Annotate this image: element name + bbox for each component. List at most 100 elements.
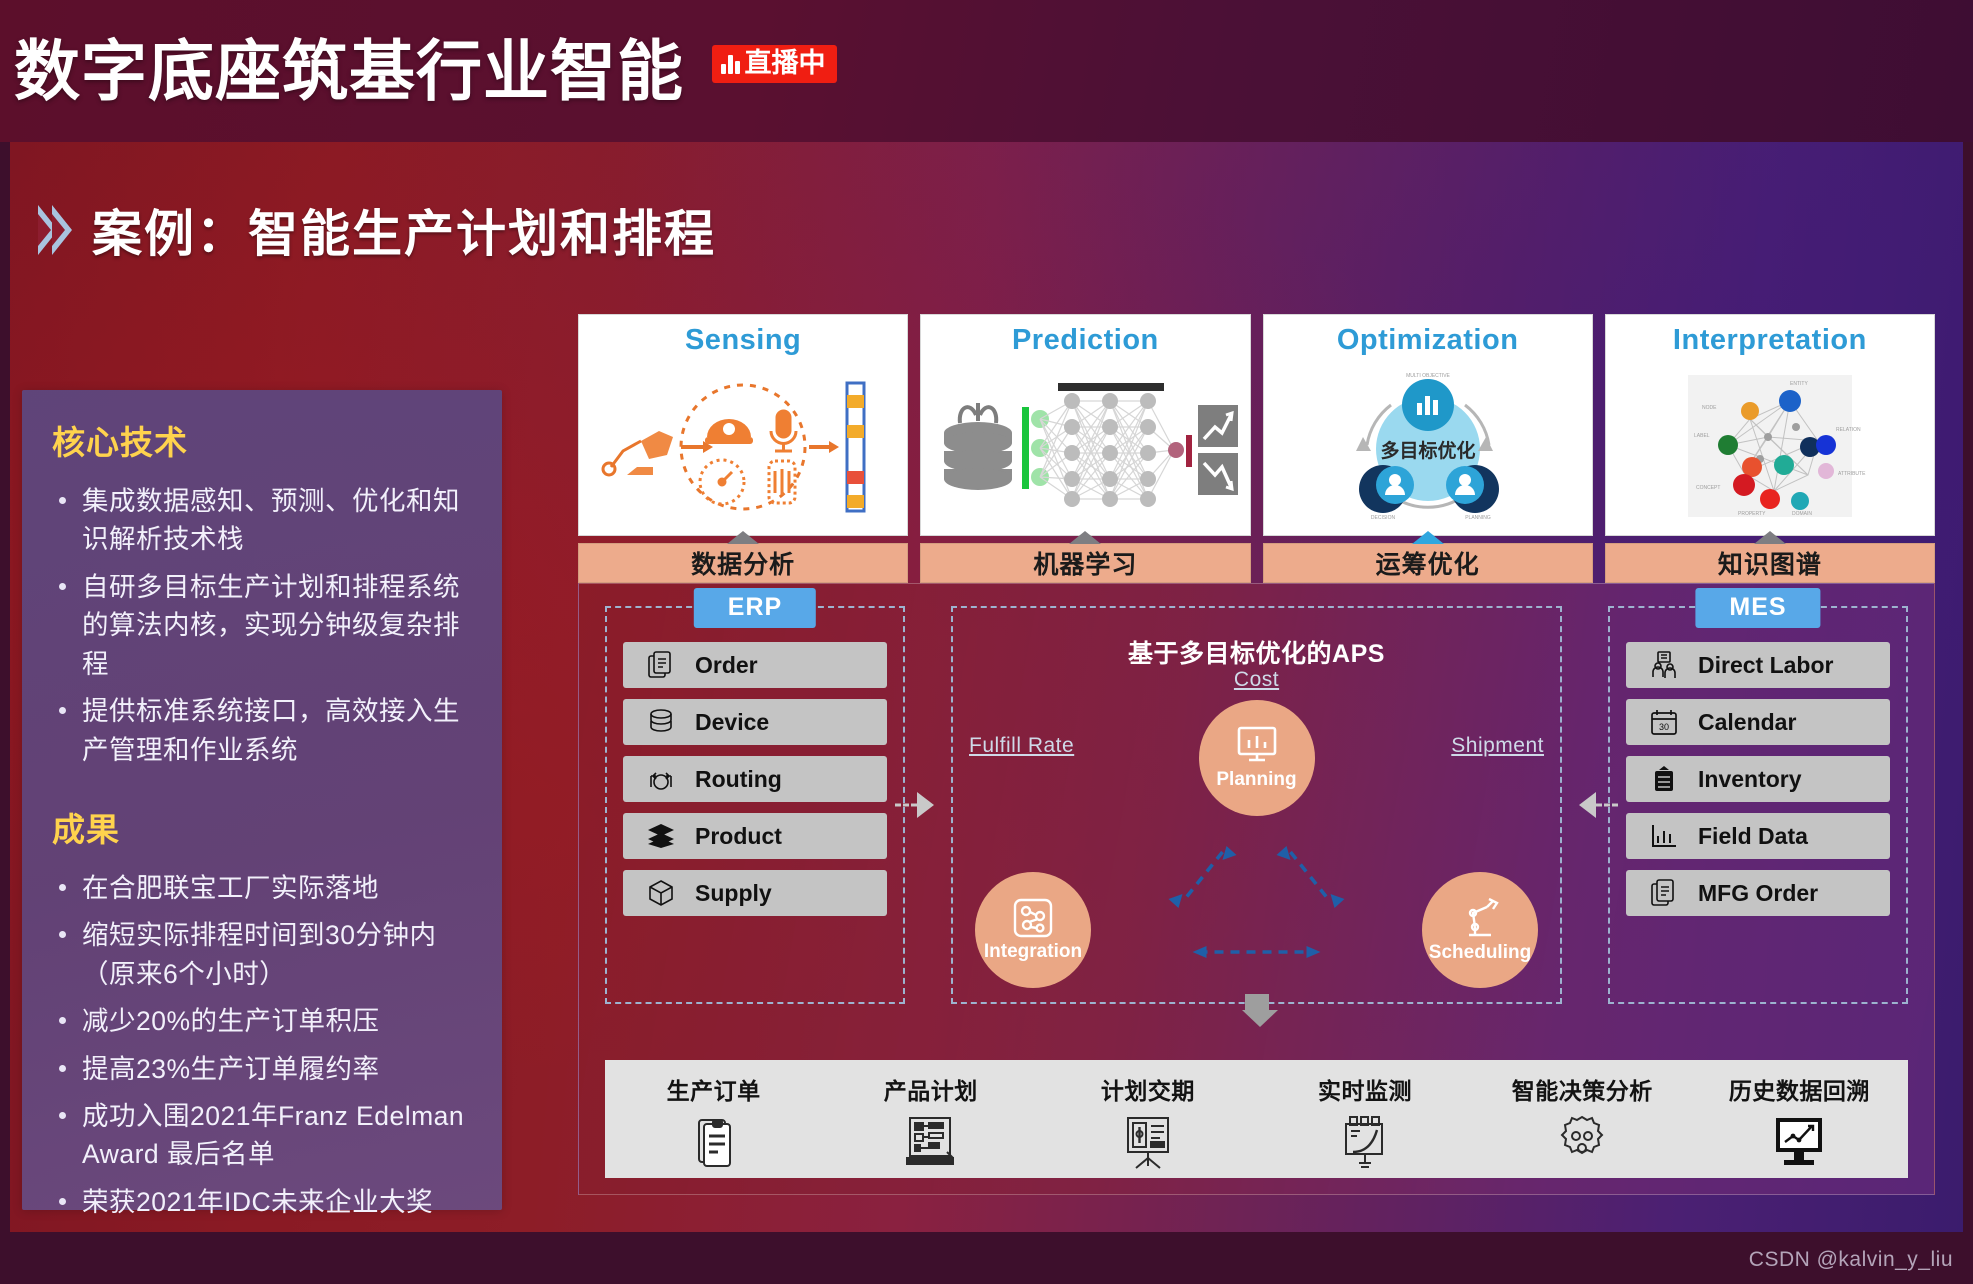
erp-item-label: Routing — [695, 765, 782, 792]
pillar-label-text: 运筹优化 — [1375, 551, 1480, 579]
pillar-card-sensing: Sensing — [578, 314, 909, 536]
bar-chart-icon — [1640, 823, 1688, 849]
mes-item-inventory[interactable]: Inventory — [1626, 756, 1890, 802]
pointer-triangle-icon — [1069, 531, 1102, 544]
robot-arm-icon — [1459, 897, 1501, 939]
output-item-historical-data-review[interactable]: 历史数据回溯 — [1709, 1072, 1889, 1168]
network-node-icon — [1013, 898, 1053, 938]
architecture-region: Sensing Prediction Optimization 多目标优化 MU… — [578, 314, 1935, 1209]
output-label: 生产订单 — [666, 1078, 761, 1104]
pillar-label-data-analysis: 数据分析 — [578, 531, 909, 583]
routing-icon — [637, 765, 685, 793]
mes-item-mfg-order[interactable]: MFG Order — [1626, 870, 1890, 916]
clipboard-order-icon — [691, 1114, 737, 1168]
aps-node-planning: Planning — [1198, 700, 1315, 816]
mes-item-label: Direct Labor — [1698, 651, 1834, 678]
erp-item-device[interactable]: Device — [623, 699, 887, 745]
aps-node-label: Scheduling — [1428, 941, 1532, 963]
erp-panel: ERP Order Device Routing Product Supply — [605, 588, 905, 1004]
down-arrow-icon — [1241, 994, 1278, 1027]
sensing-illustration — [579, 357, 907, 535]
pillar-label-machine-learning: 机器学习 — [920, 531, 1251, 583]
box-icon — [637, 879, 685, 907]
mes-item-label: Field Data — [1698, 822, 1808, 849]
pillar-card-optimization: Optimization 多目标优化 MULTI OBJECTIVE DECIS… — [1262, 314, 1593, 536]
erp-item-order[interactable]: Order — [623, 642, 887, 688]
pointer-triangle-icon — [1411, 531, 1444, 544]
flow-arrow-from-erp-icon — [917, 792, 934, 818]
optimization-art-caption: 多目标优化 — [1380, 439, 1475, 462]
output-item-realtime-monitoring[interactable]: 实时监测 — [1275, 1072, 1455, 1170]
live-bars-icon — [721, 53, 740, 74]
knowledge-graph-illustration: ENTITY NODE LABEL RELATION ATTRIBUTE CON… — [1606, 357, 1934, 535]
output-label: 智能决策分析 — [1511, 1078, 1653, 1104]
svg-text:ATTRIBUTE: ATTRIBUTE — [1838, 471, 1866, 477]
core-tech-title: 核心技术 — [52, 424, 188, 461]
mes-tag: MES — [1695, 588, 1821, 628]
flipchart-icon — [1124, 1114, 1172, 1170]
erp-item-label: Product — [695, 822, 782, 849]
neural-network-illustration — [921, 357, 1249, 535]
output-label: 实时监测 — [1318, 1078, 1413, 1104]
aps-node-label: Planning — [1216, 768, 1297, 790]
mes-panel: MES Direct Labor 30 Calendar Inventory F… — [1608, 588, 1908, 1004]
erp-item-supply[interactable]: Supply — [623, 870, 887, 916]
aps-node-integration: Integration — [975, 872, 1091, 988]
mes-item-calendar[interactable]: 30 Calendar — [1626, 699, 1890, 745]
pillar-title: Prediction — [1011, 324, 1159, 356]
three-column-layout: ERP Order Device Routing Product Supply … — [605, 588, 1908, 1004]
optimization-illustration: 多目标优化 MULTI OBJECTIVE DECISION PLANNING — [1264, 357, 1592, 535]
output-label: 计划交期 — [1100, 1078, 1195, 1104]
erp-item-label: Device — [695, 708, 770, 735]
erp-item-product[interactable]: Product — [623, 813, 887, 859]
pillar-label-text: 数据分析 — [691, 551, 796, 579]
clipboard-icon — [1640, 879, 1688, 907]
pillar-card-prediction: Prediction — [920, 314, 1251, 536]
results-title: 成果 — [52, 810, 120, 848]
inventory-icon — [1640, 765, 1688, 793]
erp-tag: ERP — [693, 588, 817, 628]
list-item: 缩短实际排程时间到30分钟内（原来6个小时） — [52, 916, 472, 993]
list-item: 成功入围2021年Franz Edelman Award 最后名单 — [52, 1097, 472, 1174]
svg-text:NODE: NODE — [1702, 405, 1717, 411]
mes-item-label: Inventory — [1698, 765, 1802, 792]
erp-item-routing[interactable]: Routing — [623, 756, 887, 802]
pillar-label-row: 数据分析 机器学习 运筹优化 知识图谱 — [578, 531, 1935, 583]
pillar-label-text: 机器学习 — [1033, 551, 1138, 579]
mes-item-direct-labor[interactable]: Direct Labor — [1626, 642, 1890, 688]
flow-arrow-from-mes-icon — [1579, 792, 1596, 818]
pillar-card-row: Sensing Prediction Optimization 多目标优化 MU… — [578, 314, 1935, 536]
list-item: 提供标准系统接口，高效接入生产管理和作业系统 — [52, 692, 472, 769]
watermark: CSDN @kalvin_y_liu — [1748, 1248, 1953, 1271]
pointer-triangle-icon — [1753, 531, 1786, 544]
aps-node-scheduling: Scheduling — [1422, 872, 1538, 988]
live-badge-label: 直播中 — [744, 48, 826, 78]
slide-heading-text: 案例：智能生产计划和排程 — [92, 206, 716, 262]
aps-triangle-diagram: Cost Fulfill Rate Shipment Planning Inte… — [969, 668, 1544, 992]
erp-item-label: Supply — [695, 879, 772, 906]
svg-text:ENTITY: ENTITY — [1790, 381, 1808, 387]
svg-text:30: 30 — [1659, 722, 1669, 732]
calendar-30-icon: 30 — [1640, 709, 1688, 736]
pointer-triangle-icon — [727, 531, 760, 544]
double-chevron-icon — [38, 205, 72, 255]
flow-dash-left — [895, 803, 917, 807]
list-item: 减少20%的生产订单积压 — [52, 1002, 472, 1040]
core-tech-card: 核心技术 集成数据感知、预测、优化和知识解析技术栈 自研多目标生产计划和排程系统… — [22, 390, 502, 1217]
output-item-planned-due-date[interactable]: 计划交期 — [1058, 1072, 1238, 1170]
page-header: 数字底座筑基行业智能 直播中 — [0, 0, 1973, 142]
results-list: 在合肥联宝工厂实际落地 缩短实际排程时间到30分钟内（原来6个小时） 减少20%… — [52, 869, 472, 1221]
slide-heading: 案例：智能生产计划和排程 — [38, 194, 716, 266]
pillar-title: Interpretation — [1672, 324, 1867, 356]
mes-item-label: MFG Order — [1698, 879, 1819, 906]
output-item-intelligent-decision-analysis[interactable]: 智能决策分析 — [1492, 1072, 1672, 1168]
mes-item-label: Calendar — [1698, 708, 1797, 735]
mes-item-field-data[interactable]: Field Data — [1626, 813, 1890, 859]
aps-title: 基于多目标优化的APS — [1128, 640, 1385, 668]
list-item: 自研多目标生产计划和排程系统的算法内核，实现分钟级复杂排程 — [52, 568, 472, 683]
output-item-production-order[interactable]: 生产订单 — [624, 1072, 804, 1168]
output-item-product-plan[interactable]: 产品计划 — [841, 1072, 1021, 1168]
aps-node-label: Integration — [983, 940, 1083, 962]
svg-text:CONCEPT: CONCEPT — [1696, 485, 1720, 491]
pillar-title: Optimization — [1336, 324, 1519, 356]
